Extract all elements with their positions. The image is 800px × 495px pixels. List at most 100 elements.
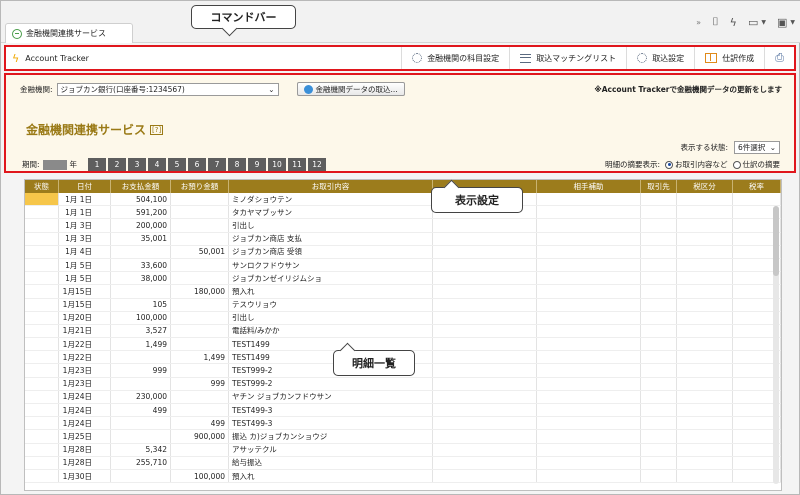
table-row[interactable]: 1月24日 499 TEST499-3 [25, 404, 781, 418]
table-cell [537, 193, 641, 206]
table-cell [537, 298, 641, 311]
table-cell: TEST499-3 [229, 404, 433, 417]
column-header[interactable]: 相手補助 [537, 180, 641, 193]
radio-journal-summary[interactable]: 仕訳の摘要 [732, 159, 780, 170]
table-cell [537, 219, 641, 232]
table-cell: 3,527 [111, 324, 171, 338]
table-row[interactable]: 1月28日 255,710 給与振込 [25, 456, 781, 470]
table-cell [171, 206, 229, 219]
month-button[interactable]: 10 [268, 158, 287, 171]
tab-financial-service[interactable]: 金融機関連携サービス [5, 23, 133, 43]
create-journal-button[interactable]: 仕訳作成 [694, 47, 764, 69]
table-cell [111, 430, 171, 443]
month-button[interactable]: 5 [168, 158, 187, 171]
table-row[interactable]: 1月 3日 200,000 引出し [25, 219, 781, 233]
table-row[interactable]: 1月21日 3,527 電話料/みかか [25, 324, 781, 339]
vertical-scrollbar[interactable] [773, 206, 779, 484]
book-icon [705, 53, 718, 63]
month-button[interactable]: 2 [108, 158, 127, 171]
column-header[interactable]: 税区分 [677, 180, 733, 193]
month-button[interactable]: 8 [228, 158, 247, 171]
month-button[interactable]: 12 [308, 158, 327, 171]
table-cell [25, 430, 59, 443]
table-row[interactable]: 1月 5日 38,000 ジョブカンゼイリジムショ [25, 272, 781, 286]
radio-transaction-details[interactable]: お取引内容など [665, 159, 728, 170]
state-value: 6件選択 [738, 143, 766, 152]
column-header[interactable]: お取引内容 [229, 180, 433, 193]
month-button[interactable]: 11 [288, 158, 307, 171]
account-tracker-link[interactable]: ϟ Account Tracker [6, 52, 89, 65]
bolt-icon[interactable]: ϟ [730, 16, 737, 29]
table-cell: 1月 3日 [59, 219, 111, 232]
month-button[interactable]: 9 [248, 158, 267, 171]
import-settings-button[interactable]: 取込設定 [626, 47, 694, 69]
table-row[interactable]: 1月 1日 504,100 ミノダショウテン [25, 193, 781, 207]
table-cell: 105 [111, 298, 171, 311]
table-row[interactable]: 1月25日 900,000 振込 カ)ジョブカンショウジ [25, 430, 781, 444]
month-button[interactable]: 7 [208, 158, 227, 171]
table-cell: 1月24日 [59, 390, 111, 403]
column-header[interactable]: 状態 [25, 180, 59, 193]
table-cell: 電話料/みかか [229, 324, 433, 338]
table-cell [171, 324, 229, 338]
print-button[interactable]: ⎙ [764, 47, 794, 69]
state-select[interactable]: 6件選択 ⌄ [734, 141, 780, 154]
column-header[interactable]: 税率 [733, 180, 781, 193]
double-chevron-icon[interactable]: » [696, 18, 701, 27]
table-row[interactable]: 1月28日 5,342 アサッテクル [25, 443, 781, 457]
bank-select[interactable]: ジョブカン銀行(口座番号:1234567) ⌄ [56, 82, 279, 96]
table-cell: 504,100 [111, 193, 171, 206]
table-row[interactable]: 1月15日 105 テスウリョウ [25, 298, 781, 312]
chevron-down-icon[interactable]: ▼ [761, 19, 766, 26]
bank-account-settings-button[interactable]: 金融機関の科目設定 [401, 47, 509, 69]
table-cell [677, 245, 733, 258]
table-row[interactable]: 1月 4日 50,001 ジョブカン商店 受領 [25, 245, 781, 259]
table-row[interactable]: 1月 3日 35,001 ジョブカン商店 支払 [25, 232, 781, 246]
table-cell [537, 245, 641, 258]
table-row[interactable]: 1月 5日 33,600 サンロクフドウサン [25, 258, 781, 273]
table-cell [171, 219, 229, 232]
table-cell: 1月28日 [59, 443, 111, 456]
window-icon[interactable]: ▭ [748, 16, 758, 29]
bookmark-icon[interactable]: ⌷ [712, 15, 719, 29]
table-cell [111, 417, 171, 430]
table-row[interactable]: 1月15日 180,000 預入れ [25, 285, 781, 299]
table-cell [25, 258, 59, 272]
calendar-icon[interactable]: ▣ [777, 16, 787, 29]
table-cell [677, 351, 733, 364]
column-header[interactable]: お預り金額 [171, 180, 229, 193]
column-header[interactable]: お支払金額 [111, 180, 171, 193]
command-buttons: 金融機関の科目設定 取込マッチングリスト 取込設定 仕訳作成 ⎙ [401, 47, 794, 69]
table-row[interactable]: 1月24日 499 TEST499-3 [25, 417, 781, 431]
table-cell: 1月28日 [59, 456, 111, 469]
table-cell: 255,710 [111, 456, 171, 469]
table-row[interactable]: 1月24日 230,000 ヤチン ジョブカンフドウサン [25, 390, 781, 404]
radio-button[interactable] [665, 160, 673, 169]
table-row[interactable]: 1月 1日 591,200 タカヤマブッサン [25, 206, 781, 220]
month-button[interactable]: 1 [88, 158, 107, 171]
table-cell [677, 364, 733, 377]
radio-button[interactable] [732, 160, 741, 169]
table-cell [537, 430, 641, 443]
chevron-down-icon[interactable]: ▼ [790, 19, 795, 26]
month-button[interactable]: 6 [188, 158, 207, 171]
download-icon [303, 84, 313, 94]
table-cell [433, 417, 537, 430]
table-cell: 100,000 [111, 311, 171, 324]
help-icon[interactable]: [?] [150, 124, 164, 135]
column-header[interactable]: 日付 [59, 180, 111, 193]
column-header[interactable]: 取引先 [641, 180, 677, 193]
table-cell: 1,499 [111, 338, 171, 351]
table-row[interactable]: 1月30日 100,000 預入れ [25, 469, 781, 484]
table-row[interactable]: 1月20日 100,000 引出し [25, 311, 781, 325]
table-cell: アサッテクル [229, 443, 433, 456]
table-row[interactable]: 1月23日 999 TEST999-2 [25, 377, 781, 391]
fetch-bank-data-button[interactable]: 金融機関データの取込... [296, 82, 405, 96]
year-field[interactable] [42, 159, 67, 170]
table-cell: 5,342 [111, 443, 171, 456]
matching-list-button[interactable]: 取込マッチングリスト [509, 47, 626, 69]
month-button[interactable]: 4 [148, 158, 167, 171]
table-cell: 1月 4日 [59, 245, 111, 258]
month-button[interactable]: 3 [128, 158, 147, 171]
table-cell [433, 258, 537, 272]
